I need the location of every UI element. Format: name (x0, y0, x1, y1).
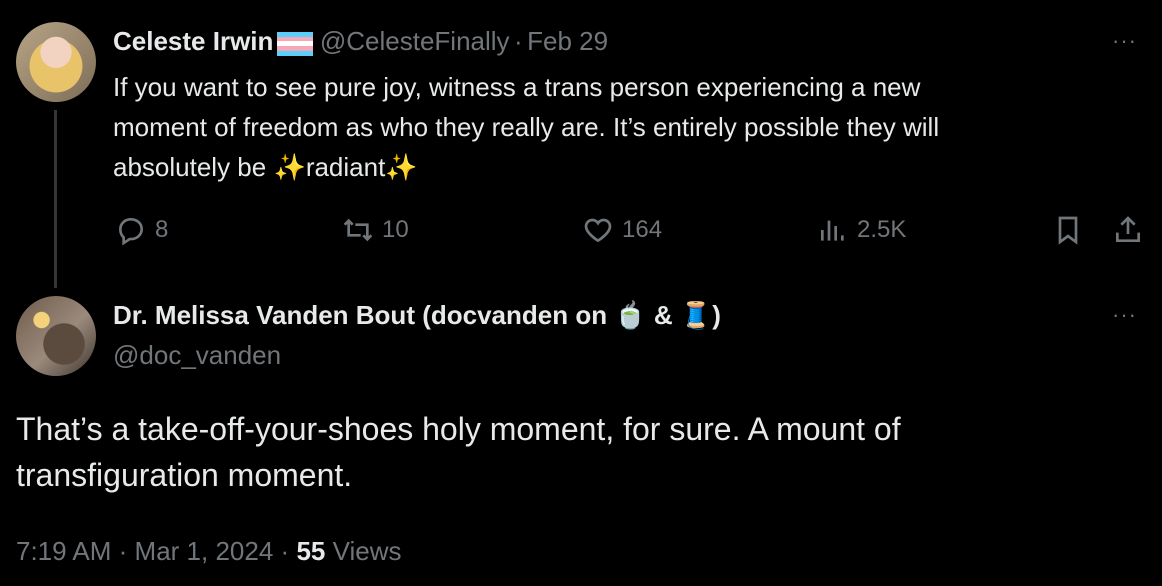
tweet-text-line: transfiguration moment. (16, 457, 353, 493)
post-time[interactable]: 7:19 AM (16, 536, 111, 566)
avatar[interactable] (16, 296, 96, 376)
reply-button[interactable]: 8 (115, 214, 168, 246)
repost-count: 10 (382, 216, 409, 243)
views-count: 2.5K (857, 216, 907, 243)
handle[interactable]: @doc_vanden (113, 340, 281, 371)
repost-icon (343, 218, 373, 242)
share-button[interactable] (1112, 214, 1144, 246)
tweet-metadata: 7:19 AM · Mar 1, 2024 · 55 Views (16, 536, 401, 567)
more-options-icon[interactable]: ··· (1112, 28, 1137, 54)
thread-line (54, 110, 57, 288)
like-icon (584, 218, 612, 243)
views-button[interactable]: 2.5K (817, 214, 906, 246)
views-count: 55 (296, 536, 326, 566)
reply-count: 8 (155, 216, 169, 243)
tweet-text-line: If you want to see pure joy, witness a t… (113, 72, 921, 102)
share-icon (1116, 216, 1140, 242)
like-button[interactable]: 164 (582, 214, 662, 246)
reply-icon (118, 217, 144, 246)
display-name[interactable]: Celeste Irwin (113, 26, 273, 56)
tweet-text-line: That’s a take-off-your-shoes holy moment… (16, 411, 901, 447)
more-options-icon[interactable]: ··· (1112, 302, 1137, 328)
tweet-text-line: moment of freedom as who they really are… (113, 112, 940, 142)
repost-button[interactable]: 10 (342, 214, 409, 246)
handle[interactable]: @CelesteFinally (320, 26, 510, 56)
views-icon (821, 220, 844, 241)
tweet-header: Celeste Irwin @CelesteFinally · Feb 29 (113, 26, 608, 60)
separator: · (280, 536, 290, 566)
like-count: 164 (622, 216, 663, 243)
post-date[interactable]: Feb 29 (527, 26, 608, 56)
display-name[interactable]: Dr. Melissa Vanden Bout (docvanden on 🍵 … (113, 300, 721, 331)
tweet-text: If you want to see pure joy, witness a t… (113, 67, 1113, 187)
trans-flag-icon (277, 31, 314, 56)
bookmark-icon (1058, 216, 1078, 245)
views-label: Views (332, 536, 402, 566)
separator: · (514, 26, 523, 56)
tweet-text: That’s a take-off-your-shoes holy moment… (16, 406, 1136, 498)
tweet-text-line: absolutely be ✨radiant✨ (113, 152, 418, 182)
bookmark-button[interactable] (1052, 214, 1084, 246)
post-date[interactable]: Mar 1, 2024 (135, 536, 274, 566)
avatar[interactable] (16, 22, 96, 102)
separator: · (118, 536, 128, 566)
